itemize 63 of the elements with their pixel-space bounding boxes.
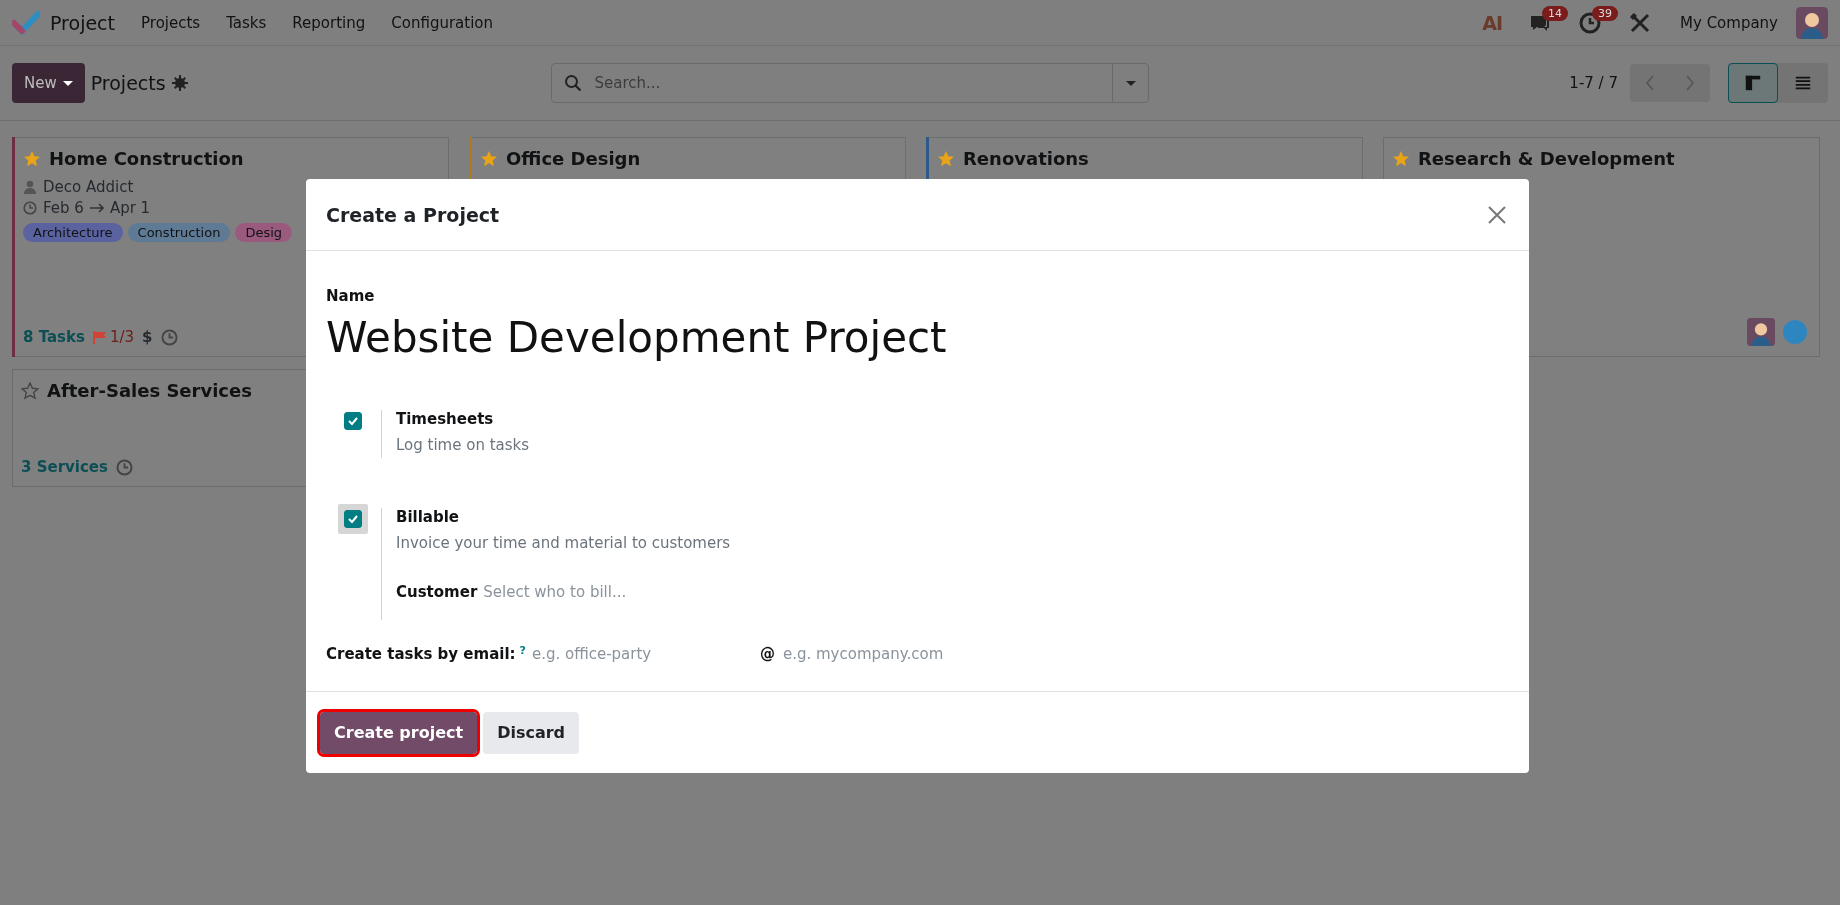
kanban-icon	[1744, 74, 1762, 92]
person-icon	[23, 180, 37, 194]
search-bar[interactable]: Search...	[551, 63, 1150, 103]
clock-icon	[23, 201, 37, 215]
checkbox[interactable]	[344, 510, 362, 528]
field-label: Create tasks by email:	[326, 645, 516, 663]
arrow-icon	[89, 201, 104, 215]
menu-item[interactable]: Tasks	[226, 13, 267, 32]
start-date: Feb 6	[43, 199, 84, 217]
menu-item[interactable]: Configuration	[391, 13, 493, 32]
user-avatar[interactable]	[1796, 6, 1828, 39]
count-badge: 14	[1542, 5, 1569, 21]
check-icon	[347, 513, 359, 525]
card-title: After-Sales Services	[47, 380, 252, 401]
star-icon[interactable]	[480, 149, 498, 168]
help-tooltip[interactable]: ?	[519, 644, 526, 657]
chevron-right-icon	[1683, 74, 1697, 92]
menu-item[interactable]: Reporting	[292, 13, 366, 32]
tag: Desig	[235, 223, 293, 242]
discard-button[interactable]: Discard	[483, 711, 580, 754]
new-button[interactable]: New	[12, 63, 85, 103]
dollar-sign: $	[142, 328, 153, 346]
domain-field[interactable]: e.g. mycompany.com	[780, 644, 1041, 664]
create-button[interactable]: Create project	[320, 711, 478, 754]
search-icon	[564, 74, 583, 92]
star-icon[interactable]	[937, 149, 955, 168]
field-label: Customer	[396, 583, 478, 601]
page-title: Projects	[90, 72, 166, 94]
customer-name: Deco Addict	[43, 178, 134, 196]
card-title: Research & Development	[1418, 148, 1675, 169]
kanban-view-button[interactable]	[1728, 63, 1778, 103]
at-sign: @	[759, 645, 775, 663]
card-title: Renovations	[963, 148, 1089, 169]
clock-icon[interactable]	[160, 328, 178, 346]
menu-item[interactable]: Projects	[141, 13, 201, 32]
option-description: Invoice your time and material to customers	[396, 534, 732, 552]
count-badge: 39	[1592, 5, 1619, 21]
check-icon	[347, 415, 359, 427]
pager-value: 1-7 / 7	[1569, 74, 1618, 92]
chevron-left-icon	[1643, 74, 1657, 92]
field-label: Name	[326, 287, 376, 305]
star-icon[interactable]	[1392, 149, 1410, 168]
card-title: Home Construction	[49, 148, 244, 169]
option-label: Billable	[396, 508, 461, 526]
end-date: Apr 1	[109, 199, 151, 217]
search-field[interactable]: Search...	[592, 73, 1113, 93]
clock-icon[interactable]	[115, 458, 133, 476]
card-title: Office Design	[506, 148, 641, 169]
caret-icon	[62, 80, 73, 86]
milestone-count: 1/3	[109, 328, 135, 346]
app-name[interactable]: Project	[50, 11, 115, 34]
flag-icon	[92, 330, 107, 344]
caret-icon[interactable]	[1126, 80, 1136, 86]
tag: Architecture	[23, 223, 123, 242]
checkbox[interactable]	[344, 412, 362, 430]
alias-field[interactable]: e.g. office-party	[529, 644, 760, 664]
company-switcher[interactable]: My Company	[1680, 13, 1778, 32]
tag: Construction	[127, 223, 231, 242]
customer-field[interactable]: Select who to bill...	[481, 582, 742, 602]
list-icon	[1794, 74, 1812, 92]
star-outline-icon[interactable]	[21, 381, 39, 400]
gear-icon[interactable]	[171, 75, 188, 91]
star-icon[interactable]	[23, 149, 41, 168]
